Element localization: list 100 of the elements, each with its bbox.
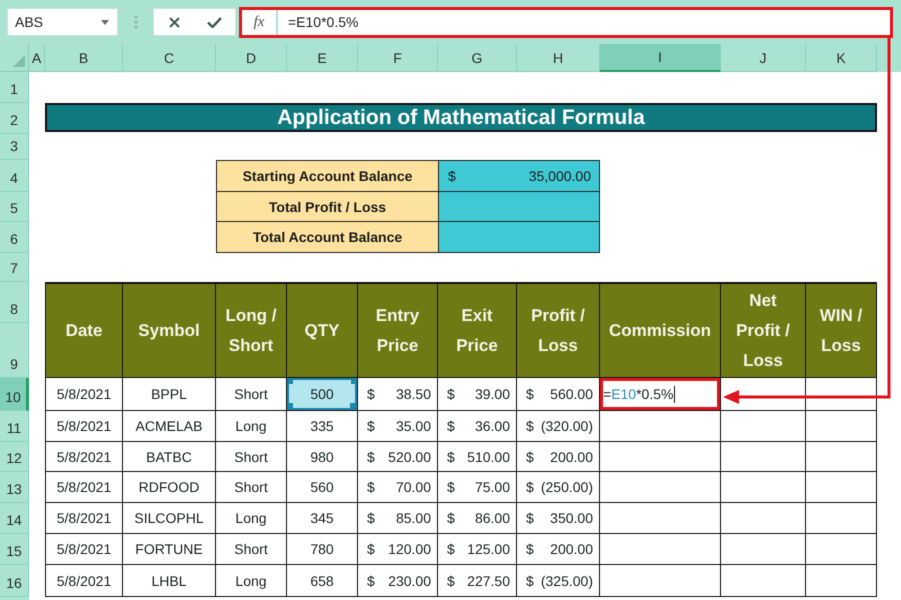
amount-text: 200.00	[550, 448, 593, 464]
amount-text: 520.00	[388, 448, 431, 464]
currency-symbol: $	[447, 510, 455, 526]
resize-handle-icon[interactable]	[287, 378, 293, 384]
table-cell: 5/8/2021	[45, 565, 123, 597]
resize-handle-icon[interactable]	[351, 378, 357, 384]
amount-text: (325.00)	[540, 572, 593, 588]
currency-symbol: $	[447, 386, 455, 402]
table-cell: SILCOPHL	[123, 503, 216, 534]
table-cell: 5/8/2021	[45, 534, 123, 565]
amount-text: 230.00	[388, 572, 431, 588]
column-heading: Commission	[600, 282, 721, 378]
table-cell: 5/8/2021	[45, 442, 123, 472]
amount-text: 120.00	[388, 541, 431, 557]
table-cell: BATBC	[123, 442, 216, 472]
amount-text: 38.50	[396, 386, 431, 402]
table-cell: Long	[216, 503, 287, 534]
amount-text: 70.00	[396, 479, 431, 495]
column-heading: Profit / Loss	[517, 282, 600, 378]
amount-text: 36.00	[474, 418, 510, 434]
column-heading: Long / Short	[216, 282, 287, 378]
currency-symbol: $	[447, 572, 455, 588]
amount-text: 125.00	[467, 541, 510, 557]
insert-function-button[interactable]: fx	[242, 10, 276, 34]
currency-symbol: $	[447, 541, 455, 557]
currency-symbol: $	[526, 448, 534, 464]
amount-text: 560.00	[550, 386, 593, 402]
column-heading: QTY	[287, 282, 358, 378]
column-heading: Symbol	[123, 282, 216, 378]
resize-handle-icon[interactable]	[287, 403, 293, 409]
amount-text: 39.00	[474, 386, 510, 402]
currency-symbol: $	[367, 479, 375, 495]
table-cell: FORTUNE	[123, 534, 216, 565]
table-cell: 980	[287, 442, 358, 472]
summary-label: Starting Account Balance	[216, 160, 438, 192]
table-cell: 335	[287, 411, 358, 442]
resize-handle-icon[interactable]	[350, 403, 356, 409]
currency-symbol: $	[367, 510, 375, 526]
table-cell: 345	[287, 503, 358, 534]
table-cell: Short	[216, 472, 287, 503]
currency-symbol: $	[526, 418, 534, 434]
table-cell: RDFOOD	[123, 472, 216, 503]
table-cell: 5/8/2021	[45, 472, 123, 503]
currency-symbol: $	[367, 541, 375, 557]
amount-text: 86.00	[474, 510, 510, 526]
amount-text: 200.00	[550, 541, 593, 557]
close-icon	[168, 16, 180, 28]
grip-dots-icon[interactable]	[134, 15, 138, 29]
column-heading: Exit Price	[438, 282, 517, 378]
formula-field[interactable]: =E10*0.5%	[278, 10, 890, 34]
sheet-title: Application of Mathematical Formula	[45, 103, 877, 132]
amount-text: (320.00)	[540, 418, 593, 434]
amount-text: 75.00	[474, 479, 510, 495]
currency-symbol: $	[447, 448, 455, 464]
column-heading: Date	[45, 282, 123, 378]
currency-symbol: $	[367, 386, 375, 402]
amount-text: 35,000.00	[528, 168, 591, 184]
currency-symbol: $	[526, 510, 534, 526]
cell-editor[interactable]: =E10*0.5%	[600, 378, 721, 411]
currency-symbol: $	[367, 572, 375, 588]
table-cell: 780	[287, 534, 358, 565]
currency-symbol: $	[448, 168, 456, 184]
summary-label: Total Account Balance	[216, 222, 438, 253]
currency-symbol: $	[526, 386, 534, 402]
amount-text: (250.00)	[540, 479, 593, 495]
table-cell: 560	[287, 472, 358, 503]
currency-symbol: $	[526, 572, 534, 588]
table-cell: 5/8/2021	[45, 378, 123, 411]
name-box[interactable]: ABS	[7, 8, 118, 36]
currency-symbol: $	[526, 479, 534, 495]
column-heading: Entry Price	[358, 282, 438, 378]
column-heading: Net Profit / Loss	[721, 282, 806, 378]
corner-triangle-icon[interactable]	[13, 55, 25, 67]
currency-symbol: $	[367, 448, 375, 464]
table-cell: LHBL	[123, 565, 216, 597]
currency-symbol: $	[447, 418, 455, 434]
caret-icon	[101, 20, 109, 24]
summary-label: Total Profit / Loss	[216, 192, 438, 222]
currency-symbol: $	[526, 541, 534, 557]
cell-value: 500	[310, 386, 334, 402]
table-cell: 5/8/2021	[45, 503, 123, 534]
table-cell: 658	[287, 565, 358, 597]
amount-text: 35.00	[396, 418, 431, 434]
table-cell: ACMELAB	[123, 411, 216, 442]
column-heading: WIN / Loss	[806, 282, 877, 378]
amount-text: 350.00	[550, 510, 593, 526]
check-icon	[207, 16, 222, 28]
row-header[interactable]: 10	[0, 378, 29, 411]
table-cell: Short	[216, 534, 287, 565]
table-cell: Long	[216, 565, 287, 597]
currency-symbol: $	[367, 418, 375, 434]
referenced-cell[interactable]: 500	[287, 378, 358, 411]
table-cell: Long	[216, 411, 287, 442]
table-cell: BPPL	[123, 378, 216, 411]
column-header[interactable]: I	[600, 44, 721, 72]
currency-symbol: $	[447, 479, 455, 495]
amount-text: 85.00	[396, 510, 431, 526]
amount-text: 227.50	[467, 572, 510, 588]
table-cell: Short	[216, 442, 287, 472]
table-cell: 5/8/2021	[45, 411, 123, 442]
